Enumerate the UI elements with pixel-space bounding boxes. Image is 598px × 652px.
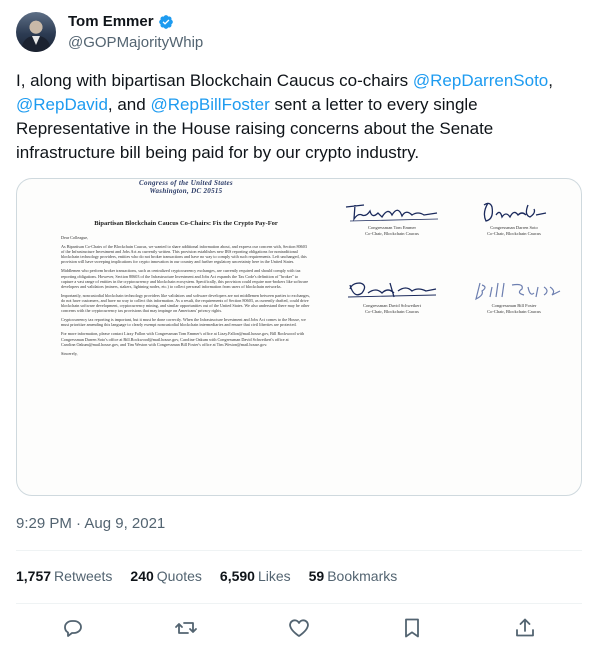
stat-label: Likes	[257, 568, 291, 584]
signature-block: Congressman Tom Emmer Co-Chair, Blockcha…	[337, 199, 577, 339]
signature-title: Co-Chair, Blockchain Caucus	[365, 308, 419, 314]
signature-title: Co-Chair, Blockchain Caucus	[487, 230, 541, 236]
stat-number: 240	[130, 568, 154, 584]
stat-number: 1,757	[16, 568, 52, 584]
letter-paragraph: Cryptocurrency tax reporting is importan…	[61, 317, 306, 328]
attached-letter-image[interactable]: Congress of the United States Washington…	[16, 178, 582, 496]
signature-soto: Congressman Darren Soto Co-Chair, Blockc…	[459, 199, 569, 236]
author-name-row[interactable]: Tom Emmer	[68, 13, 174, 30]
divider	[16, 550, 582, 551]
signature-image	[475, 282, 561, 301]
signature-image	[483, 202, 547, 222]
letter-paragraph: For more information, please contact Liz…	[61, 331, 305, 347]
author-handle[interactable]: @GOPMajorityWhip	[68, 34, 203, 51]
signature-image	[347, 282, 437, 298]
bookmark-icon[interactable]	[400, 616, 424, 640]
letterhead: Congress of the United States Washington…	[61, 179, 311, 195]
tweet-text-segment: ,	[548, 71, 553, 90]
mention-link[interactable]: @RepBillFoster	[150, 95, 269, 114]
avatar[interactable]	[16, 12, 56, 52]
letter-paragraph: Importantly, noncustodial blockchain tec…	[61, 292, 311, 314]
reply-icon[interactable]	[61, 616, 85, 640]
tweet-text: I, along with bipartisan Blockchain Cauc…	[16, 69, 582, 165]
signature-foster: Congressman Bill Foster Co-Chair, Blockc…	[459, 279, 569, 314]
stat-label: Bookmarks	[327, 568, 398, 584]
stat-label: Quotes	[156, 568, 202, 584]
stat-quotes[interactable]: 240 Quotes	[130, 568, 202, 586]
stat-number: 6,590	[219, 568, 255, 584]
letter-title: Bipartisan Blockchain Caucus Co-Chairs: …	[94, 220, 278, 227]
signature-title: Co-Chair, Blockchain Caucus	[487, 308, 541, 314]
letter-greeting: Dear Colleague,	[61, 235, 89, 240]
letter-paragraph: As Bipartisan Co-Chairs of the Blockchai…	[61, 244, 307, 265]
tweet-text-segment: , and	[107, 95, 151, 114]
retweet-icon[interactable]	[174, 616, 198, 640]
divider	[16, 603, 582, 604]
author-name[interactable]: Tom Emmer	[68, 13, 154, 30]
signature-title: Co-Chair, Blockchain Caucus	[365, 230, 419, 236]
stat-likes[interactable]: 6,590 Likes	[220, 568, 291, 586]
signature-image	[345, 204, 439, 222]
share-icon[interactable]	[513, 616, 537, 640]
tweet-stats: 1,757 Retweets 240 Quotes 6,590 Likes 59 Boo…	[16, 568, 415, 586]
mention-link[interactable]: @RepDarrenSoto	[413, 71, 548, 90]
signature-emmer: Congressman Tom Emmer Co-Chair, Blockcha…	[337, 199, 447, 236]
tweet-timestamp[interactable]: 9:29 PM · Aug 9, 2021	[16, 515, 165, 532]
verified-badge-icon	[158, 14, 173, 29]
stat-label: Retweets	[54, 568, 113, 584]
tweet-text-segment: I, along with bipartisan Blockchain Cauc…	[16, 71, 413, 90]
tweet-header: Tom Emmer @GOPMajorityWhip	[16, 12, 582, 56]
stat-number: 59	[308, 568, 325, 584]
stat-bookmarks[interactable]: 59 Bookmarks	[309, 568, 398, 586]
letter-paragraph: Middlemen who perform broker transaction…	[61, 268, 309, 289]
like-icon[interactable]	[287, 616, 311, 640]
letterhead-line-2: Washington, DC 20515	[149, 187, 223, 195]
mention-link[interactable]: @RepDavid	[16, 95, 108, 114]
letter-closing: Sincerely,	[61, 350, 78, 356]
stat-retweets[interactable]: 1,757 Retweets	[16, 568, 112, 586]
signature-schweikert: Congressman David Schweikert Co-Chair, B…	[337, 279, 447, 314]
letterhead-line-1: Congress of the United States	[139, 179, 233, 187]
action-bar	[16, 612, 582, 644]
letter-body: Congress of the United States Washington…	[61, 179, 311, 495]
